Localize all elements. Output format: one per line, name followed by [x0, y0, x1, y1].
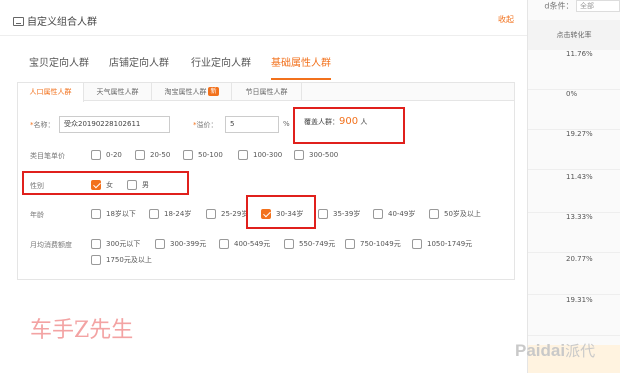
checkbox[interactable]	[373, 209, 383, 219]
paidai-logo: Paidai派代	[515, 340, 595, 361]
table-row: 19.31%	[528, 296, 620, 336]
screen: d条件： 全部 点击转化率 11.76% 0% 19.27% 11.43% 13…	[0, 0, 620, 373]
crowd-icon	[13, 17, 24, 26]
sub-tabs: 人口属性人群 天气属性人群 淘宝属性人群新 节日属性人群	[18, 83, 514, 102]
table-row: 13.33%	[528, 213, 620, 253]
dialog-header: 自定义组合人群 收起	[0, 0, 527, 36]
age-option[interactable]: 40-49岁	[373, 208, 415, 220]
age-label: 年龄	[30, 211, 44, 219]
price-option[interactable]: 0-20	[91, 149, 122, 161]
spending-option[interactable]: 300-399元	[155, 238, 206, 250]
name-input[interactable]: 受众20190228102611	[59, 116, 170, 133]
checkbox[interactable]	[91, 255, 101, 265]
age-option[interactable]: 50岁及以上	[429, 208, 481, 220]
checkbox[interactable]	[91, 150, 101, 160]
checkbox[interactable]	[429, 209, 439, 219]
ctr-value: 20.77%	[566, 255, 593, 263]
logo-latin: Paidai	[515, 341, 566, 360]
highlight-coverage	[293, 107, 405, 144]
age-option[interactable]: 18-24岁	[149, 208, 191, 220]
price-option[interactable]: 100-300	[238, 149, 282, 161]
checkbox[interactable]	[294, 150, 304, 160]
spending-option[interactable]: 300元以下	[91, 238, 140, 250]
price-option[interactable]: 50-100	[183, 149, 223, 161]
tab-industry-crowd[interactable]: 行业定向人群	[191, 54, 251, 76]
premium-label: *溢价：	[193, 121, 218, 129]
checkbox[interactable]	[91, 209, 101, 219]
spending-option[interactable]: 1050-1749元	[412, 238, 472, 250]
ctr-value: 11.43%	[566, 173, 593, 181]
tab-shop-crowd[interactable]: 店铺定向人群	[109, 54, 169, 76]
subtab-weather[interactable]: 天气属性人群	[84, 83, 152, 101]
checkbox[interactable]	[135, 150, 145, 160]
subtab-holiday[interactable]: 节日属性人群	[232, 83, 302, 101]
checkbox[interactable]	[238, 150, 248, 160]
tab-item-crowd[interactable]: 宝贝定向人群	[29, 54, 89, 76]
subtab-taobao[interactable]: 淘宝属性人群新	[152, 83, 232, 101]
spending-option[interactable]: 400-549元	[219, 238, 270, 250]
filter-bar: d条件： 全部	[544, 0, 620, 12]
checkbox[interactable]	[412, 239, 422, 249]
dialog-title-text: 自定义组合人群	[27, 17, 97, 28]
premium-input[interactable]: 5	[225, 116, 279, 133]
new-badge: 新	[208, 87, 219, 96]
ctr-value: 13.33%	[566, 213, 593, 221]
checkbox[interactable]	[91, 239, 101, 249]
category-price-label: 类目笔单价	[30, 152, 65, 160]
author-watermark: 车手Z先生	[30, 318, 134, 343]
premium-unit: %	[283, 120, 290, 128]
ctr-value: 11.76%	[566, 50, 593, 58]
spending-option[interactable]: 750-1049元	[345, 238, 401, 250]
highlight-age	[246, 195, 316, 229]
checkbox[interactable]	[318, 209, 328, 219]
ctr-value: 19.31%	[566, 296, 593, 304]
checkbox[interactable]	[219, 239, 229, 249]
table-row: 0%	[528, 90, 620, 130]
column-header-ctr[interactable]: 点击转化率	[528, 20, 620, 50]
checkbox[interactable]	[149, 209, 159, 219]
ctr-value: 0%	[566, 90, 578, 98]
table-row: 11.76%	[528, 50, 620, 90]
custom-crowd-dialog: 自定义组合人群 收起 宝贝定向人群 店铺定向人群 行业定向人群 基础属性人群 人…	[0, 0, 528, 373]
table-row: 11.43%	[528, 173, 620, 213]
ctr-value: 19.27%	[566, 130, 593, 138]
spending-option[interactable]: 550-749元	[284, 238, 335, 250]
subtab-taobao-label: 淘宝属性人群	[164, 88, 207, 96]
highlight-gender	[22, 171, 189, 195]
table-row: 20.77%	[528, 255, 620, 295]
subtab-demographic[interactable]: 人口属性人群	[18, 83, 84, 102]
name-label: *名称：	[30, 121, 55, 129]
checkbox[interactable]	[155, 239, 165, 249]
filter-select[interactable]: 全部	[576, 0, 620, 12]
spending-option[interactable]: 1750元及以上	[91, 254, 152, 266]
price-option[interactable]: 300-500	[294, 149, 338, 161]
age-option[interactable]: 18岁以下	[91, 208, 136, 220]
main-tabs: 宝贝定向人群 店铺定向人群 行业定向人群 基础属性人群	[29, 54, 509, 80]
price-option[interactable]: 20-50	[135, 149, 170, 161]
dialog-title: 自定义组合人群	[13, 13, 97, 28]
tab-basic-attr-crowd[interactable]: 基础属性人群	[271, 54, 331, 80]
checkbox[interactable]	[345, 239, 355, 249]
checkbox[interactable]	[284, 239, 294, 249]
checkbox[interactable]	[183, 150, 193, 160]
table-row: 19.27%	[528, 130, 620, 170]
age-option[interactable]: 25-29岁	[206, 208, 248, 220]
checkbox[interactable]	[206, 209, 216, 219]
spending-label: 月均消费额度	[30, 241, 72, 249]
collapse-link[interactable]: 收起	[498, 14, 514, 25]
logo-cn: 派代	[565, 343, 596, 360]
age-option[interactable]: 35-39岁	[318, 208, 360, 220]
filter-label: d条件：	[544, 1, 574, 11]
